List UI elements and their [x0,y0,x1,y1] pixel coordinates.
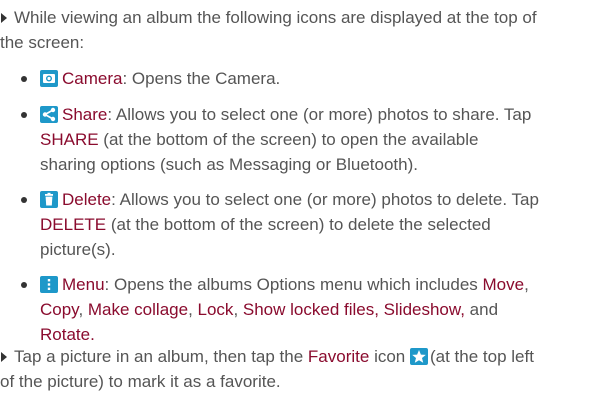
intro-line-1: While viewing an album the following ico… [14,8,537,27]
outro-mid: icon [369,347,410,366]
bullet-dot [21,112,27,118]
delete-term: Delete [62,190,112,209]
intro-line-2: the screen: [0,33,85,52]
favorite-term: Favorite [307,347,370,366]
menu-option-locked-slideshow: Show locked files, Slideshow, [242,300,465,319]
outro-pre: Tap a picture in an album, then tap the [14,347,308,366]
delete-desc-3: picture(s). [40,240,116,259]
menu-option-make-collage: Make collage [87,300,189,319]
menu-option-move: Move [482,275,525,294]
share-icon [40,106,58,123]
menu-option-lock: Lock [197,300,234,319]
bullet-dot [21,76,27,82]
delete-keyword: DELETE [40,215,107,234]
trash-icon [40,191,58,208]
menu-desc-1: : Opens the albums Options menu which in… [104,275,483,294]
camera-term: Camera [62,69,123,88]
bullet-dot [21,282,27,288]
outro-line-2: of the picture) to mark it as a favorite… [0,372,281,391]
menu-term: Menu [62,275,105,294]
menu-comma: , [78,300,88,319]
share-keyword: SHARE [40,130,99,149]
camera-desc: : Opens the Camera. [122,69,281,88]
star-icon [409,348,428,365]
delete-desc-1: : Allows you to select one (or more) pho… [111,190,539,209]
menu-comma: , [188,300,198,319]
menu-comma: , [233,300,243,319]
share-term: Share [62,105,108,124]
camera-icon [40,70,58,87]
menu-icon [40,276,58,293]
menu-and: and [464,300,499,319]
document-page: While viewing an album the following ico… [0,0,608,395]
menu-comma: , [524,275,529,294]
share-desc-1: : Allows you to select one (or more) pho… [107,105,532,124]
bullet-dot [21,197,27,203]
share-desc-3: sharing options (such as Messaging or Bl… [40,155,418,174]
share-desc-2: (at the bottom of the screen) to open th… [98,130,479,149]
outro-post: (at the top left [429,347,534,366]
triangle-bullet-icon [1,13,7,23]
delete-desc-2: (at the bottom of the screen) to delete … [106,215,491,234]
triangle-bullet-icon [1,352,7,362]
menu-option-copy: Copy [40,300,79,319]
